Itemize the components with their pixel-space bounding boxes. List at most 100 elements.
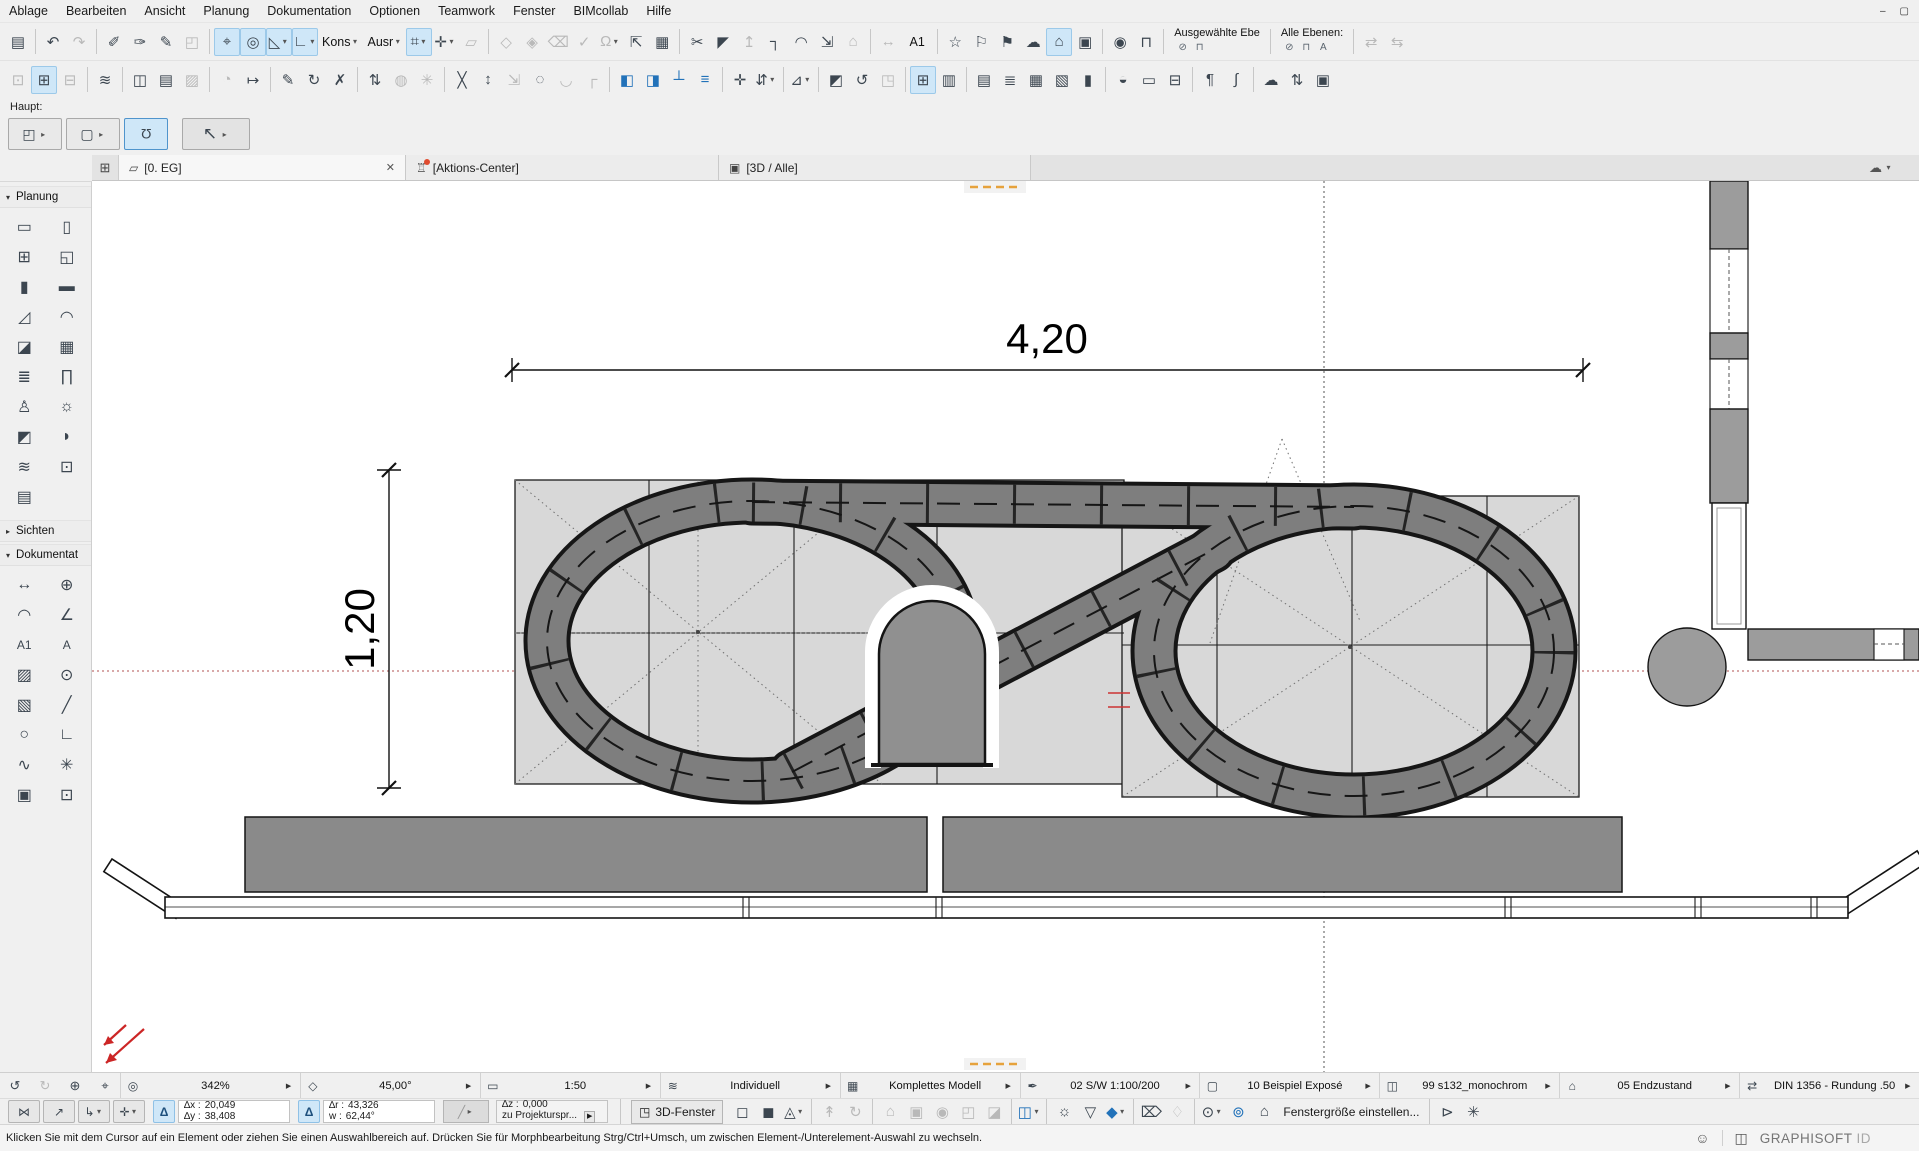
refresh-pair-icon[interactable]: ⇄ (1358, 28, 1384, 56)
all-layers-text-icon[interactable]: A (1315, 39, 1332, 56)
radial-dimension-tool[interactable]: ◠ (7, 602, 41, 628)
visibility-toggle-icon[interactable]: ◉ (1107, 28, 1133, 56)
drawing-canvas[interactable]: 4,20 1,20 (92, 181, 1919, 1072)
export-doc-icon[interactable]: ↦ (240, 66, 266, 94)
parameter-inject-icon[interactable]: ✑ (127, 28, 153, 56)
graphic-override-segment[interactable]: ▢10 Beispiel Exposé▶ (1199, 1073, 1379, 1098)
frame-home-icon[interactable]: ▣ (903, 1098, 929, 1126)
hotspot-tool[interactable]: ✳ (50, 752, 84, 778)
wall-vertical[interactable] (1710, 181, 1748, 629)
grid-window-icon[interactable]: ◨ (640, 66, 666, 94)
menu-hilfe[interactable]: Hilfe (637, 0, 680, 22)
style-diamond-icon[interactable]: ◆▾ (1103, 1098, 1129, 1126)
camera-settings-icon[interactable]: ⊚ (1225, 1098, 1251, 1126)
dropdown-arrow-icon[interactable]: ▸ (97, 130, 106, 139)
shell-tool[interactable]: ◠ (50, 304, 84, 330)
level-dimension-tool[interactable]: ⊕ (50, 572, 84, 598)
orientation-segment[interactable]: ◇45,00°▶ (300, 1073, 480, 1098)
dimension-vertical[interactable]: 1,20 (336, 463, 401, 795)
menu-ansicht[interactable]: Ansicht (135, 0, 194, 22)
dropdown-arrow-icon[interactable]: ▸ (220, 130, 229, 139)
angle-dimension-tool[interactable]: ∠ (50, 602, 84, 628)
paint-drop-icon[interactable]: ♢ (1164, 1098, 1190, 1126)
tab-floorplan[interactable]: ▱ [0. EG] ✕ (119, 155, 406, 180)
tab-action-center[interactable]: ♖ [Aktions-Center] (406, 155, 719, 180)
home-story-icon[interactable]: ⌂ (1046, 28, 1072, 56)
fillet-icon[interactable]: ◠ (788, 28, 814, 56)
measure-icon[interactable]: ⊿▾ (788, 66, 814, 94)
flag-list-icon[interactable]: ⚑ (994, 28, 1020, 56)
coordinate-xy-box[interactable]: ∆x :20,049 ∆y :38,408 (178, 1100, 290, 1123)
all-layers-lock-icon[interactable]: ⊓ (1298, 39, 1315, 56)
gravity-icon[interactable]: ⌖ (214, 28, 240, 56)
cutting-plane-icon[interactable]: ◪ (981, 1098, 1007, 1126)
parameter-pickup-icon[interactable]: ✐ (101, 28, 127, 56)
trace-settings-icon[interactable]: ▥ (936, 66, 962, 94)
camera-icon[interactable]: ⊙▾ (1199, 1098, 1225, 1126)
detail-tool[interactable]: ▧ (7, 692, 41, 718)
columns-display-icon[interactable]: ▮ (1075, 66, 1101, 94)
morph-tool[interactable]: ◗ (50, 424, 84, 450)
coordinate-rw-box[interactable]: ∆r :43,326 w :62,44° (323, 1100, 435, 1123)
menu-planung[interactable]: Planung (194, 0, 258, 22)
bench-right[interactable] (943, 817, 1622, 892)
wall-horizontal[interactable] (1748, 629, 1919, 660)
zone-update-icon[interactable]: ◩ (823, 66, 849, 94)
group-tools-icon[interactable]: ✛ (727, 66, 753, 94)
delta-r-chip[interactable]: Δ (298, 1100, 320, 1123)
sun-settings-icon[interactable]: ☼ (1051, 1098, 1077, 1126)
renovation-status-segment[interactable]: ⌂05 Endzustand▶ (1559, 1073, 1739, 1098)
magnet-tool-button[interactable]: Ω (124, 118, 168, 150)
windows-icon[interactable]: ◫ (1735, 1130, 1748, 1147)
video-camera-icon[interactable]: ⊳ (1434, 1098, 1460, 1126)
edit-plane-icon[interactable]: ◇ (493, 28, 519, 56)
zoom-next-icon[interactable]: ↻ (34, 1075, 56, 1097)
menu-optionen[interactable]: Optionen (360, 0, 429, 22)
note-icon[interactable]: ¶ (1197, 66, 1223, 94)
flag-icon[interactable]: ⚐ (968, 28, 994, 56)
favorites-icon[interactable]: ☆ (942, 28, 968, 56)
render-sparkle-icon[interactable]: ✳ (1460, 1098, 1486, 1126)
edit-plane-settings-icon[interactable]: ◈ (519, 28, 545, 56)
dimension-standard-menu-arrow[interactable]: ▶ (1905, 1082, 1919, 1090)
select-subelement-icon[interactable]: ⊟ (57, 66, 83, 94)
expand-view-icon[interactable]: ↕ (475, 66, 501, 94)
construction-mode[interactable]: Kons▾ (318, 28, 364, 56)
optimal-zoom-icon[interactable]: ⌖ (94, 1075, 116, 1097)
marquee-transfer-icon[interactable]: ◰ (179, 28, 205, 56)
tag-list-icon[interactable]: ⊟ (1162, 66, 1188, 94)
line-tool[interactable]: ╱ (50, 692, 84, 718)
marquee-tool-button[interactable]: ◰ ▸ (8, 118, 62, 150)
guide-lines-icon[interactable]: ◺▾ (266, 28, 292, 56)
beam-tool[interactable]: ▬ (50, 274, 84, 300)
stair-tool[interactable]: ≣ (7, 364, 41, 390)
slope-button[interactable]: ╱ ▸ (443, 1100, 489, 1123)
model-view-options-menu-arrow[interactable]: ▶ (1006, 1082, 1020, 1090)
annotate-icon[interactable]: ∫ (1223, 66, 1249, 94)
confirm-icon[interactable]: ✓ (571, 28, 597, 56)
tab-3d[interactable]: ▣ [3D / Alle] (719, 155, 1031, 180)
resize-icon[interactable]: ⇲ (814, 28, 840, 56)
zone-stamp-tool[interactable]: ▤ (7, 484, 41, 510)
zoom-level-segment[interactable]: ◎342%▶ (120, 1073, 300, 1098)
dimension-tool[interactable]: ↔ (7, 572, 41, 598)
skylight-tool[interactable]: ◪ (7, 334, 41, 360)
clean-broom-icon[interactable]: ⌦ (1138, 1098, 1164, 1126)
select-linked-icon[interactable]: ⊡ (5, 66, 31, 94)
menu-bimcollab[interactable]: BIMcollab (564, 0, 637, 22)
cloud-upload-icon[interactable]: ☁ (1258, 66, 1284, 94)
toolbar-drag-marker-top[interactable] (964, 181, 1026, 193)
snap-reference-icon[interactable]: ∟▾ (292, 28, 318, 56)
section-planung[interactable]: ▾ Planung (0, 186, 91, 208)
door-tool[interactable]: ▯ (50, 214, 84, 240)
minimize-icon[interactable]: – (1880, 6, 1886, 17)
tab-overview-button[interactable]: ⊞ (92, 155, 119, 180)
expand-triangle-icon[interactable]: ▸ (6, 527, 10, 536)
opening-tool[interactable]: ⊡ (50, 454, 84, 480)
delta-x-chip[interactable]: Δ (153, 1100, 175, 1123)
origin-reset-icon[interactable]: ⋈ (8, 1100, 40, 1123)
selected-layer-pen-off-icon[interactable]: ⊘ (1174, 39, 1191, 56)
auto-dimension-icon[interactable]: ⇱ (623, 28, 649, 56)
grid-axis-icon[interactable]: ↳▾ (78, 1100, 110, 1123)
copy-multiple-icon[interactable]: ▤ (153, 66, 179, 94)
